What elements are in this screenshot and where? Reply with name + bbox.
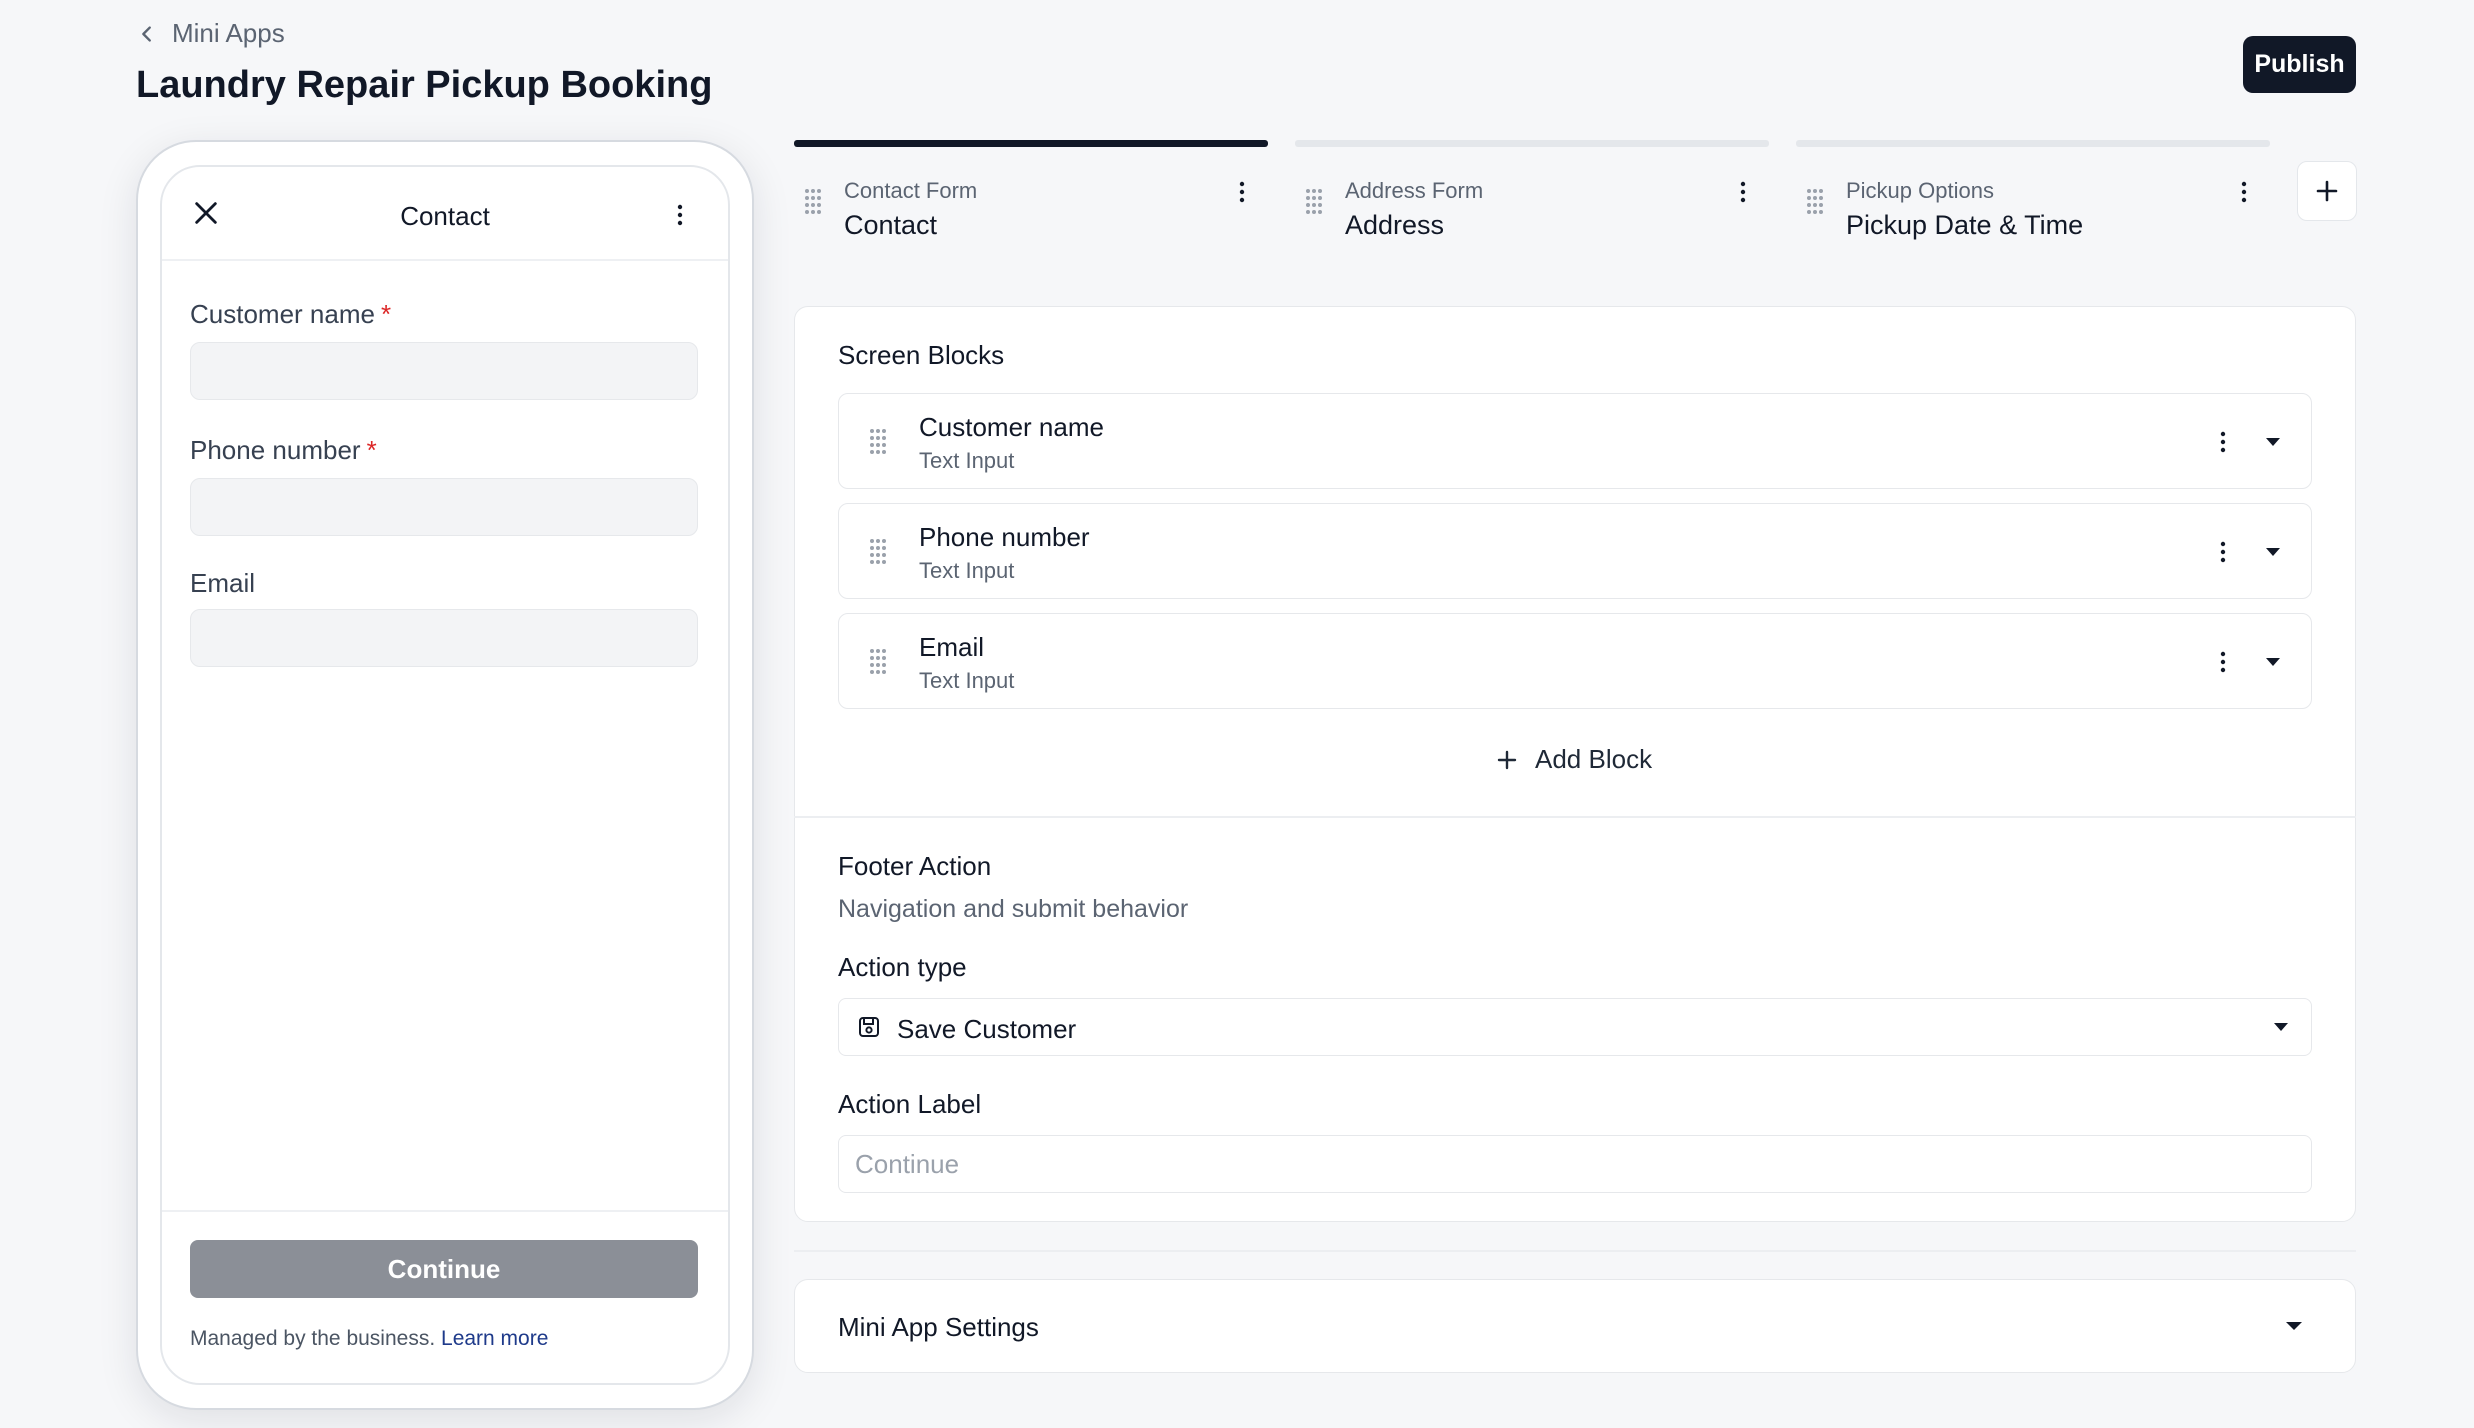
block-type: Text Input — [919, 668, 1015, 693]
phone-screen-title: Contact — [400, 201, 490, 231]
add-screen-button[interactable] — [2297, 161, 2357, 221]
block-row-email[interactable]: Email Text Input — [838, 613, 2312, 709]
email-label: Email — [190, 568, 256, 598]
preview-continue-button[interactable]: Continue — [190, 1240, 698, 1298]
mini-app-settings-title: Mini App Settings — [838, 1312, 1039, 1342]
block-name: Customer name — [919, 412, 1104, 442]
customer-name-input[interactable] — [190, 342, 698, 400]
mini-app-settings-panel[interactable]: Mini App Settings — [794, 1279, 2356, 1373]
more-options-icon[interactable] — [2219, 430, 2227, 454]
tab-indicator — [794, 140, 1268, 147]
chevron-down-icon[interactable] — [2283, 1318, 2305, 1334]
more-options-icon[interactable] — [2219, 540, 2227, 564]
phone-screen-header: Contact — [162, 167, 728, 261]
phone-number-input[interactable] — [190, 478, 698, 536]
add-block-button[interactable]: Add Block — [1497, 744, 1652, 775]
action-type-value: Save Customer — [897, 1014, 1077, 1044]
add-block-label: Add Block — [1535, 744, 1653, 774]
footer-action-title: Footer Action — [838, 851, 992, 881]
action-label-input[interactable] — [838, 1135, 2312, 1193]
block-name: Phone number — [919, 522, 1090, 552]
drag-handle-icon[interactable] — [869, 648, 887, 676]
tab-name: Contact — [844, 210, 938, 240]
plus-icon — [1497, 750, 1517, 769]
footer-action-subtitle: Navigation and submit behavior — [838, 895, 1189, 923]
tab-name: Address — [1345, 210, 1445, 240]
tab-kicker: Pickup Options — [1846, 178, 1994, 203]
chevron-down-icon[interactable] — [2263, 654, 2283, 670]
phone-number-label: Phone number * — [190, 435, 377, 465]
chevron-left-icon — [142, 25, 151, 42]
chevron-down-icon[interactable] — [2263, 434, 2283, 450]
tab-indicator — [1796, 140, 2270, 147]
more-options-icon[interactable] — [1238, 180, 1246, 204]
drag-handle-icon[interactable] — [869, 428, 887, 456]
tab-name: Pickup Date & Time — [1846, 210, 2084, 240]
tab-kicker: Address Form — [1345, 178, 1484, 203]
tab-kicker: Contact Form — [844, 178, 978, 203]
screen-blocks-title: Screen Blocks — [838, 340, 1005, 370]
page-title: Laundry Repair Pickup Booking — [136, 64, 713, 106]
block-row-phone-number[interactable]: Phone number Text Input — [838, 503, 2312, 599]
chevron-down-icon[interactable] — [2263, 544, 2283, 560]
drag-handle-icon[interactable] — [1305, 188, 1323, 216]
back-link[interactable]: Mini Apps — [136, 18, 285, 49]
action-type-select[interactable]: Save Customer — [838, 998, 2312, 1056]
managed-notice: Managed by the business. Learn more — [190, 1327, 549, 1350]
more-options-icon[interactable] — [2219, 650, 2227, 674]
tab-address[interactable]: Address Form Address — [1295, 140, 1769, 250]
block-name: Email — [919, 632, 985, 662]
tab-pickup[interactable]: Pickup Options Pickup Date & Time — [1796, 140, 2270, 250]
tab-contact[interactable]: Contact Form Contact — [794, 140, 1268, 250]
action-type-label: Action type — [838, 952, 967, 982]
publish-button[interactable]: Publish — [2243, 36, 2356, 93]
plus-icon — [2316, 180, 2338, 202]
customer-name-label: Customer name * — [190, 299, 392, 329]
block-type: Text Input — [919, 448, 1015, 473]
block-type: Text Input — [919, 558, 1015, 583]
phone-footer-divider — [162, 1210, 728, 1212]
section-divider — [794, 1250, 2356, 1252]
back-link-label: Mini Apps — [172, 18, 285, 48]
more-options-icon[interactable] — [2240, 180, 2248, 204]
tab-indicator — [1295, 140, 1769, 147]
drag-handle-icon[interactable] — [804, 188, 822, 216]
floppy-disk-icon — [859, 1017, 879, 1037]
phone-preview-screen: Contact Customer name * Phone number * Ema… — [160, 165, 730, 1385]
drag-handle-icon[interactable] — [1806, 188, 1824, 216]
more-options-icon[interactable] — [1739, 180, 1747, 204]
section-divider — [794, 816, 2356, 818]
block-row-customer-name[interactable]: Customer name Text Input — [838, 393, 2312, 489]
drag-handle-icon[interactable] — [869, 538, 887, 566]
learn-more-link[interactable]: Learn more — [441, 1327, 548, 1350]
chevron-down-icon — [2274, 1023, 2288, 1031]
more-options-icon[interactable] — [676, 203, 684, 227]
email-input[interactable] — [190, 609, 698, 667]
action-label-title: Action Label — [838, 1089, 982, 1119]
